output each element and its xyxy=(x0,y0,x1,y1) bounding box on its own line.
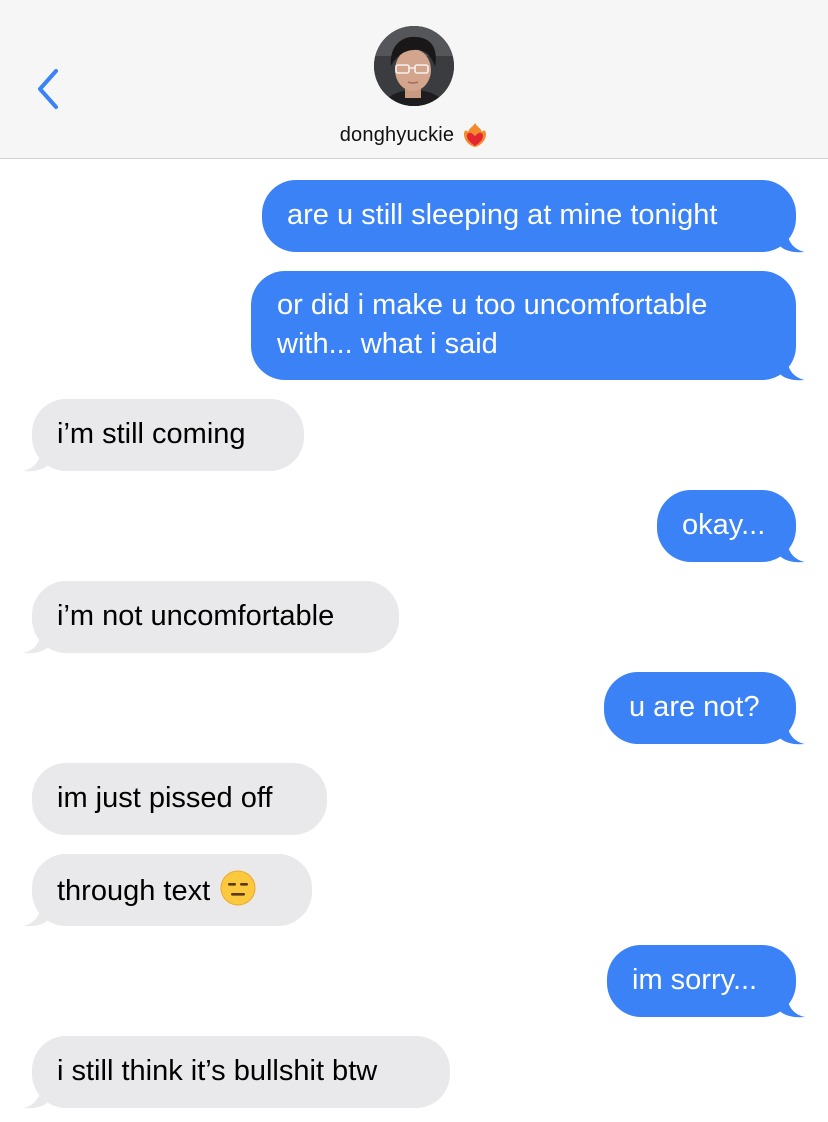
contact-avatar[interactable] xyxy=(374,26,454,106)
bubble-tail xyxy=(23,632,49,654)
message-bubble-incoming[interactable]: im just pissed off xyxy=(32,763,327,835)
message-bubble-outgoing[interactable]: or did i make u too uncomfortable with..… xyxy=(251,271,805,381)
expressionless-face-icon xyxy=(220,870,256,906)
message-text: u are not? xyxy=(629,691,760,723)
message-bubble-outgoing[interactable]: im sorry... xyxy=(607,945,805,1018)
message-bubble-incoming[interactable]: through text xyxy=(23,854,312,927)
message-bubble-outgoing[interactable]: are u still sleeping at mine tonight xyxy=(262,180,805,253)
contact-name: donghyuckie xyxy=(339,123,455,146)
message-text-line: or did i make u too uncomfortable xyxy=(277,289,708,321)
bubble-tail xyxy=(23,1087,49,1109)
message-bubble-incoming[interactable]: i’m still coming xyxy=(23,399,304,472)
contact-name-row[interactable]: donghyuckie xyxy=(0,122,828,148)
message-bubble-outgoing[interactable]: okay... xyxy=(657,490,805,563)
message-thread[interactable]: are u still sleeping at mine tonight or … xyxy=(0,159,828,1122)
message-text: im sorry... xyxy=(632,964,758,996)
bubble-tail xyxy=(779,996,805,1018)
message-text: i still think it’s bullshit btw xyxy=(57,1055,378,1087)
message-text: through text xyxy=(57,875,211,907)
heart-on-fire-icon xyxy=(464,123,487,147)
message-text: im just pissed off xyxy=(57,782,273,814)
avatar-photo xyxy=(374,26,454,106)
message-text: are u still sleeping at mine tonight xyxy=(287,199,718,231)
conversation-header: donghyuckie xyxy=(0,0,828,159)
back-button[interactable] xyxy=(28,62,68,116)
bubble-tail xyxy=(779,723,805,745)
chevron-left-icon xyxy=(38,69,58,109)
message-text: i’m still coming xyxy=(57,418,246,450)
message-bubble-incoming[interactable]: i still think it’s bullshit btw xyxy=(23,1036,450,1109)
message-text-line: with... what i said xyxy=(277,328,498,360)
bubble-tail xyxy=(779,231,805,253)
message-bubble-incoming[interactable]: i’m not uncomfortable xyxy=(23,581,399,654)
bubble-tail xyxy=(779,541,805,563)
message-bubble-outgoing[interactable]: u are not? xyxy=(604,672,805,745)
message-text: okay... xyxy=(682,509,766,541)
message-text: i’m not uncomfortable xyxy=(57,600,335,632)
bubble-tail xyxy=(23,450,49,472)
bubble-tail xyxy=(23,905,49,927)
bubble-tail xyxy=(779,359,805,381)
